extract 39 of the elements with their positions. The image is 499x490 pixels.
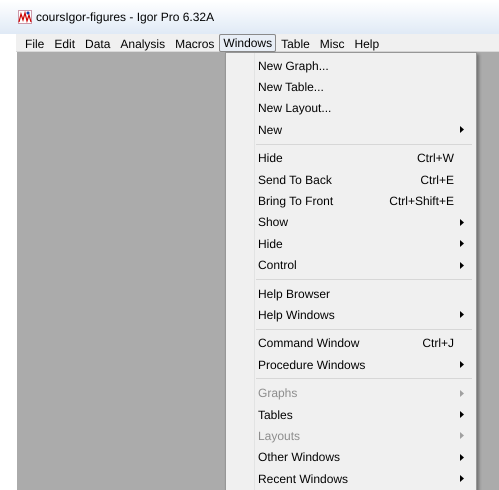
submenu-arrow-icon — [460, 390, 464, 397]
menu-bar-item[interactable]: Misc — [314, 34, 350, 52]
submenu-arrow-icon — [460, 475, 464, 482]
menu-bar-item[interactable]: Edit — [49, 34, 80, 52]
menu-bar-item[interactable]: Help — [349, 34, 384, 52]
menu-item[interactable]: Hide — [226, 233, 476, 255]
menu-bar-item[interactable]: Analysis — [115, 34, 170, 52]
menu-item[interactable]: Other Windows — [226, 446, 476, 468]
submenu-arrow-icon — [460, 454, 464, 461]
menu-bar-item[interactable]: File — [20, 34, 50, 52]
app-icon — [18, 10, 32, 24]
submenu-arrow-icon — [460, 126, 464, 134]
menu-bar-item[interactable]: Table — [276, 34, 315, 52]
menu-item[interactable]: New Graph... — [226, 55, 476, 76]
submenu-arrow-icon — [460, 218, 464, 226]
menu-item[interactable]: Procedure Windows — [226, 354, 476, 376]
menu-item[interactable]: Bring To Front Ctrl+Shift+E — [226, 190, 476, 212]
menu-item[interactable]: New — [226, 119, 476, 141]
menu-item[interactable]: Show — [226, 212, 476, 234]
menu-item[interactable]: Control — [226, 254, 476, 276]
window-title: coursIgor-figures - Igor Pro 6.32A — [36, 9, 214, 26]
submenu-arrow-icon — [460, 240, 464, 248]
submenu-arrow-icon — [460, 432, 464, 440]
submenu-arrow-icon — [460, 361, 464, 368]
menu-item[interactable]: Command Window Ctrl+J — [226, 332, 476, 354]
menu-item[interactable]: Help Windows — [226, 304, 476, 326]
menu-item[interactable]: New Table... — [226, 76, 476, 98]
submenu-arrow-icon — [460, 311, 464, 318]
menu-item[interactable]: Tables — [226, 404, 476, 426]
menu-item[interactable]: New Layout... — [226, 98, 476, 120]
menu-bar-item[interactable]: Macros — [170, 34, 220, 52]
menu-item[interactable]: Hide Ctrl+W — [226, 148, 476, 169]
menu-item[interactable]: Send To Back Ctrl+E — [226, 168, 476, 190]
submenu-arrow-icon — [460, 262, 464, 269]
menu-bar-item[interactable]: Data — [80, 34, 116, 52]
menu-bar-item[interactable]: Windows — [219, 34, 276, 52]
menu-item[interactable]: Recent Windows — [226, 468, 476, 490]
menu-item[interactable]: Help Browser — [226, 282, 476, 304]
submenu-arrow-icon — [460, 411, 464, 418]
